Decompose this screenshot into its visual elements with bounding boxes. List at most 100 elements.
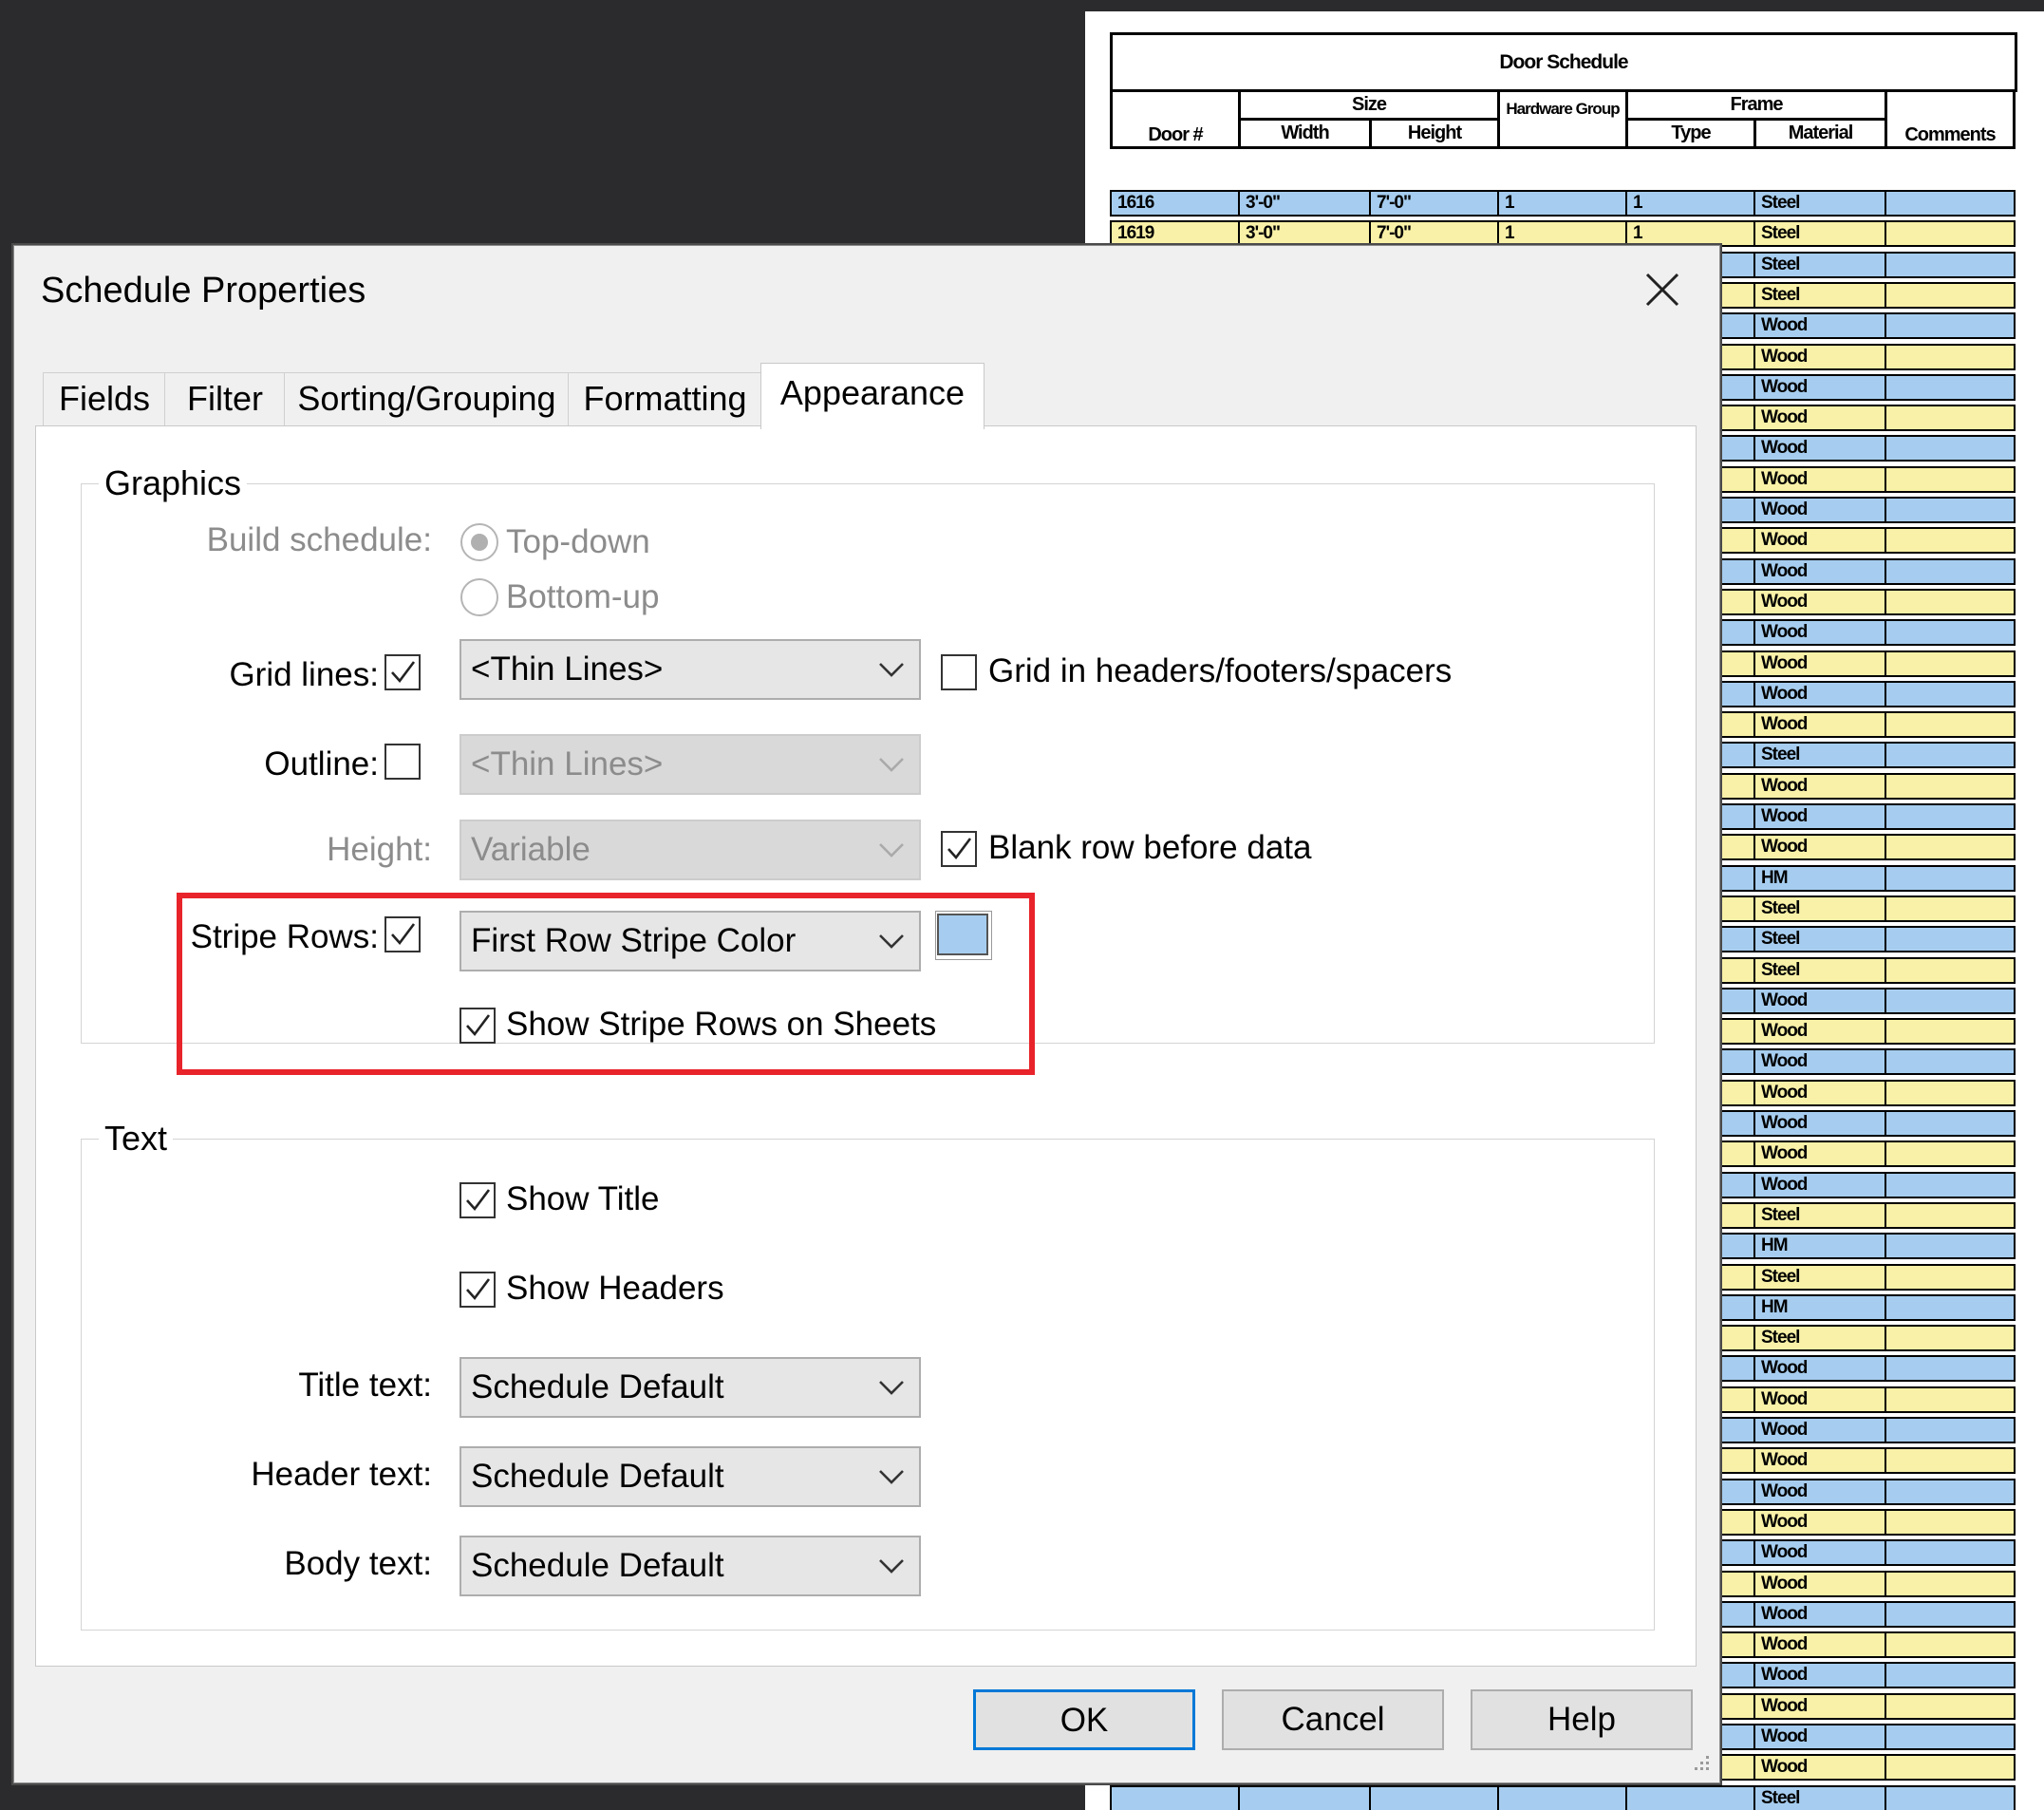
- schedule-cell-comments: [1885, 220, 2016, 248]
- schedule-cell-comments: [1885, 650, 2016, 677]
- header-text-dropdown[interactable]: Schedule Default: [459, 1446, 921, 1507]
- stripe-color-dropdown[interactable]: First Row Stripe Color: [459, 911, 921, 971]
- show-stripe-sheets-checkbox[interactable]: [459, 1008, 496, 1044]
- schedule-cell-type: [1625, 1784, 1759, 1810]
- stripe-color-swatch[interactable]: [937, 914, 988, 955]
- outline-checkbox[interactable]: [384, 744, 421, 780]
- ok-button[interactable]: OK: [973, 1689, 1195, 1750]
- blank-row-checkbox[interactable]: [941, 831, 977, 867]
- tab-fields[interactable]: Fields: [43, 372, 166, 425]
- schedule-cell-mat: Wood: [1753, 1570, 1890, 1597]
- schedule-cell-comments: [1885, 987, 2016, 1014]
- help-button[interactable]: Help: [1471, 1689, 1693, 1750]
- schedule-cell-mat: Wood: [1753, 711, 1890, 739]
- tab-sorting-grouping[interactable]: Sorting/Grouping: [284, 372, 570, 425]
- show-headers-label: Show Headers: [506, 1270, 724, 1307]
- schedule-cell-comments: [1885, 1631, 2016, 1659]
- title-text-label: Title text:: [298, 1367, 432, 1404]
- show-title-checkbox[interactable]: [459, 1182, 496, 1218]
- schedule-cell-mat: Wood: [1753, 772, 1890, 800]
- schedule-cell-comments: [1885, 680, 2016, 707]
- schedule-cell-mat: Wood: [1753, 465, 1890, 493]
- schedule-cell-comments: [1885, 895, 2016, 922]
- schedule-cell-mat: Wood: [1753, 373, 1890, 401]
- schedule-cell-comments: [1885, 1110, 2016, 1137]
- grid-lines-checkbox[interactable]: [384, 654, 421, 690]
- header-type: Type: [1625, 118, 1756, 149]
- schedule-cell-mat: Wood: [1753, 435, 1890, 462]
- body-text-dropdown[interactable]: Schedule Default: [459, 1536, 921, 1596]
- schedule-title: Door Schedule: [1110, 32, 2017, 92]
- schedule-cell-comments: [1885, 465, 2016, 493]
- resize-grip-icon[interactable]: [1689, 1752, 1712, 1775]
- checkmark-icon: [466, 1189, 491, 1212]
- close-button[interactable]: [1636, 263, 1689, 316]
- schedule-row: 1619 3'-0" 7'-0" 1 1 Steel: [1110, 220, 2016, 248]
- schedule-cell-mat: Wood: [1753, 1478, 1890, 1505]
- height-dropdown[interactable]: Variable: [459, 820, 921, 880]
- schedule-cell-height: 7'-0": [1369, 220, 1503, 248]
- schedule-cell-mat: Steel: [1753, 742, 1890, 769]
- grid-lines-dropdown[interactable]: <Thin Lines>: [459, 639, 921, 700]
- schedule-cell-comments: [1885, 1233, 2016, 1260]
- schedule-cell-comments: [1885, 711, 2016, 739]
- schedule-cell-mat: Wood: [1753, 1141, 1890, 1168]
- schedule-cell-mat: Wood: [1753, 650, 1890, 677]
- schedule-cell-mat: Wood: [1753, 312, 1890, 340]
- grid-in-headers-label: Grid in headers/footers/spacers: [988, 652, 1453, 689]
- show-stripe-sheets-label: Show Stripe Rows on Sheets: [506, 1006, 937, 1043]
- show-headers-checkbox[interactable]: [459, 1272, 496, 1308]
- schedule-cell-comments: [1885, 834, 2016, 861]
- schedule-cell-mat: Wood: [1753, 1539, 1890, 1567]
- schedule-cell-mat: Wood: [1753, 834, 1890, 861]
- schedule-cell-comments: [1885, 1171, 2016, 1198]
- schedule-row: Steel: [1110, 1784, 2016, 1810]
- tab-appearance[interactable]: Appearance: [760, 363, 984, 429]
- schedule-cell-mat: Steel: [1753, 1201, 1890, 1229]
- chevron-down-icon: [879, 1381, 904, 1395]
- stripe-rows-checkbox[interactable]: [384, 916, 421, 952]
- header-width: Width: [1238, 118, 1372, 149]
- schedule-cell-comments: [1885, 373, 2016, 401]
- schedule-cell-door: 1619: [1110, 220, 1244, 248]
- outline-dropdown[interactable]: <Thin Lines>: [459, 734, 921, 795]
- schedule-cell-comments: [1885, 742, 2016, 769]
- schedule-cell-comments: [1885, 190, 2016, 217]
- schedule-cell-mat: Wood: [1753, 1110, 1890, 1137]
- schedule-cell-comments: [1885, 1293, 2016, 1321]
- stripe-rows-label: Stripe Rows:: [190, 918, 379, 955]
- graphics-group-label: Graphics: [99, 463, 248, 503]
- schedule-cell-mat: Wood: [1753, 557, 1890, 585]
- schedule-cell-comments: [1885, 251, 2016, 278]
- bottom-up-radio[interactable]: [460, 578, 498, 616]
- checkmark-icon: [947, 838, 972, 860]
- schedule-cell-mat: Wood: [1753, 803, 1890, 830]
- header-door: Door #: [1110, 89, 1241, 149]
- schedule-cell-mat: Wood: [1753, 1754, 1890, 1782]
- cancel-button[interactable]: Cancel: [1222, 1689, 1444, 1750]
- schedule-cell-comments: [1885, 1386, 2016, 1413]
- checkmark-icon: [391, 923, 416, 946]
- tab-filter[interactable]: Filter: [164, 372, 286, 425]
- top-down-radio[interactable]: [460, 523, 498, 561]
- top-down-label: Top-down: [506, 523, 650, 560]
- schedule-cell-comments: [1885, 435, 2016, 462]
- title-text-dropdown[interactable]: Schedule Default: [459, 1357, 921, 1418]
- tab-formatting[interactable]: Formatting: [568, 372, 762, 425]
- schedule-cell-comments: [1885, 1355, 2016, 1383]
- schedule-cell-comments: [1885, 1754, 2016, 1782]
- schedule-cell-mat: Steel: [1753, 1325, 1890, 1352]
- checkmark-icon: [466, 1014, 491, 1037]
- schedule-cell-height: [1369, 1784, 1503, 1810]
- grid-in-headers-checkbox[interactable]: [941, 654, 977, 690]
- schedule-cell-comments: [1885, 1018, 2016, 1046]
- schedule-cell-mat: Steel: [1753, 1263, 1890, 1291]
- schedule-cell-comments: [1885, 926, 2016, 953]
- chevron-down-icon: [879, 663, 904, 677]
- schedule-cell-mat: HM: [1753, 1293, 1890, 1321]
- height-label: Height:: [327, 831, 432, 868]
- schedule-cell-mat: Wood: [1753, 1386, 1890, 1413]
- schedule-cell-type: 1: [1625, 220, 1759, 248]
- schedule-cell-comments: [1885, 956, 2016, 984]
- schedule-cell-comments: [1885, 1201, 2016, 1229]
